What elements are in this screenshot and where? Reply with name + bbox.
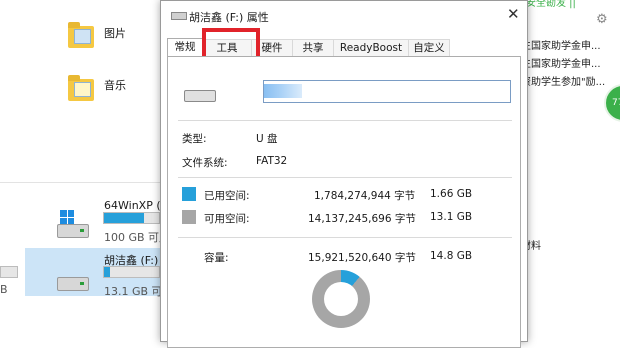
free-space-swatch [182,210,196,224]
windows-logo-icon [60,210,74,224]
news-link[interactable]: 生国家助学金申... [521,55,601,70]
dialog-title: 胡洁鑫 (F:) 属性 [189,11,269,24]
type-value: U 盘 [256,133,278,145]
folder-label-music[interactable]: 音乐 [104,77,126,93]
free-space-label: 可用空间: [204,213,250,225]
drive-usage-bar-f [103,266,160,278]
folder-icon [68,22,94,48]
capacity-gb: 14.8 GB [430,250,473,262]
capacity-bytes: 15,921,520,640 字节 [308,252,416,264]
drive-label-input[interactable] [263,80,511,103]
news-link[interactable]: 生国家助学金申... [521,37,601,52]
drive-usage-bar-c [103,212,160,224]
top-right-text: 安全勘发 || [526,0,576,9]
usb-drive-icon [57,277,89,291]
separator [178,120,512,121]
free-space-bytes: 14,137,245,696 字节 [308,213,416,225]
type-label: 类型: [182,133,207,145]
partial-bar [0,266,18,278]
tab-readyboost[interactable]: ReadyBoost [333,39,409,57]
news-link[interactable]: 资助学生参加"励... [521,73,605,88]
properties-dialog: 胡洁鑫 (F:) 属性 ✕ 常规 工具 硬件 共享 ReadyBoost 自定义… [160,0,528,348]
filesystem-value: FAT32 [256,155,288,167]
drive-icon [171,12,187,20]
free-space-gb: 13.1 GB [430,211,473,223]
gear-icon[interactable]: ⚙ [596,12,608,27]
folder-label-pictures[interactable]: 图片 [104,25,126,41]
capacity-label: 容量: [204,252,229,264]
close-button[interactable]: ✕ [507,5,520,23]
tab-customize[interactable]: 自定义 [408,39,450,57]
folder-icon [68,75,94,101]
divider [0,182,160,183]
separator [178,177,512,178]
partial-text: B [0,283,8,296]
used-space-bytes: 1,784,274,944 字节 [314,190,416,202]
usb-drive-icon [184,90,216,102]
separator [178,237,512,238]
tab-sharing[interactable]: 共享 [292,39,334,57]
badge-value: 77 [612,98,620,108]
tab-general[interactable]: 常规 [167,38,203,58]
filesystem-label: 文件系统: [182,157,228,169]
used-space-label: 已用空间: [204,190,250,202]
redacted-label [264,84,302,98]
usage-donut-chart [312,270,370,328]
used-space-gb: 1.66 GB [430,188,473,200]
hard-drive-icon [57,224,89,238]
speed-badge[interactable]: 77 [604,84,620,122]
used-space-swatch [182,187,196,201]
